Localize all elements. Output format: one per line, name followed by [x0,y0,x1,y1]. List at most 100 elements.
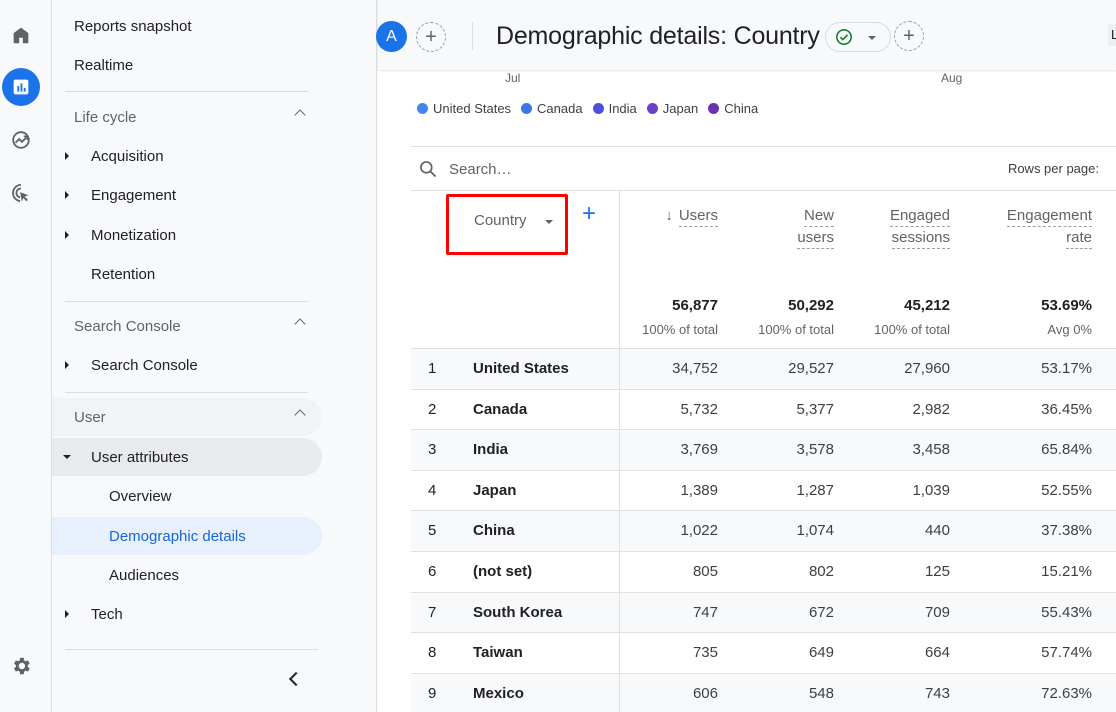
new-users-cell: 5,377 [796,400,834,418]
bar-chart-icon [13,79,29,95]
nav-label: Demographic details [109,527,246,545]
add-comparison-button[interactable]: + [416,22,446,52]
nav-demographic-details[interactable]: Demographic details [52,517,322,555]
total-new-users: 50,292 [788,297,834,314]
table-row[interactable]: 5 China 1,022 1,074 440 37.38% [411,511,1116,552]
users-cell: 805 [692,562,718,580]
table-row[interactable]: 7 South Korea 747 672 709 55.43% [411,592,1116,634]
row-index: 8 [428,644,437,662]
table-header: Country + ↓ Users New users Engaged session… [411,191,1116,349]
legend-item[interactable]: Japan [646,101,699,116]
legend-item[interactable]: India [592,101,637,116]
nav-audiences[interactable]: Audiences [52,556,322,594]
table-row[interactable]: 2 Canada 5,732 5,377 2,982 36.45% [411,390,1116,431]
collapse-nav-button[interactable] [284,668,304,690]
nav-monetization[interactable]: Monetization [52,216,322,254]
nav-reports-snapshot[interactable]: Reports snapshot [52,7,322,45]
column-divider [619,191,620,712]
table-row[interactable]: 9 Mexico 606 548 743 72.63% [411,673,1116,712]
new-users-cell: 29,527 [788,360,834,377]
table-row[interactable]: 1 United States 34,752 29,527 27,960 53.17% [411,349,1116,390]
rail-settings-button[interactable] [2,647,40,685]
nav-user-attributes[interactable]: User attributes [52,438,322,476]
new-users-cell: 548 [808,684,834,702]
country-cell: South Korea [473,603,563,621]
nav-section-user[interactable]: User [52,398,322,436]
report-main: Jul Aug United States Canada India Japan Chi… [378,0,1116,712]
rail-reports-button[interactable] [2,68,40,106]
row-index: 9 [428,684,437,702]
row-index: 2 [428,400,437,418]
page-title: Demographic details: Country [496,22,820,50]
row-index: 4 [428,481,437,499]
users-cell: 735 [692,644,718,662]
column-header-engagement-rate[interactable]: Engagement rate [1006,205,1092,249]
users-cell: 1,389 [680,481,718,499]
date-range-chip[interactable]: L [1108,24,1116,46]
caret-down-icon [63,455,71,459]
nav-section-search-console[interactable]: Search Console [52,307,322,345]
engaged-sessions-cell: 743 [924,684,950,702]
legend-dot-icon [646,103,658,114]
nav-divider [65,392,308,393]
home-icon [13,27,29,44]
add-filter-button[interactable]: + [894,21,924,51]
section-title: Search Console [74,317,181,335]
chart-legend: United States Canada India Japan China [417,101,758,116]
nav-engagement[interactable]: Engagement [52,176,322,214]
nav-label: Acquisition [91,147,164,165]
row-index: 7 [428,603,437,621]
table-row[interactable]: 6 (not set) 805 802 125 15.21% [411,552,1116,593]
nav-realtime[interactable]: Realtime [52,46,322,84]
legend-item[interactable]: China [708,101,758,116]
legend-label: United States [433,101,512,116]
total-subtext: Avg 0% [1047,322,1092,337]
nav-label: Monetization [91,226,177,244]
plus-icon: + [425,26,437,48]
x-tick-label: Aug [941,71,963,85]
nav-label: Engagement [91,186,177,204]
row-index: 5 [428,522,437,540]
header-divider [472,22,473,50]
column-label: users [797,228,834,249]
nav-retention[interactable]: Retention [52,255,322,293]
add-dimension-button[interactable]: + [579,202,599,226]
table-row[interactable]: 4 Japan 1,389 1,287 1,039 52.55% [411,471,1116,512]
nav-overview[interactable]: Overview [52,477,322,515]
nav-acquisition[interactable]: Acquisition [52,137,322,175]
plus-icon: + [903,25,915,47]
rail-advertising-button[interactable] [2,174,40,212]
nav-search-console[interactable]: Search Console [52,346,322,384]
column-label: rate [1066,228,1092,249]
column-header-users[interactable]: ↓ Users [665,205,718,227]
sort-down-arrow-icon: ↓ [665,207,673,224]
engagement-rate-cell: 53.17% [1041,360,1092,377]
rail-explore-button[interactable] [2,121,40,159]
legend-item[interactable]: United States [417,101,511,116]
legend-label: Japan [662,101,699,116]
comparison-avatar[interactable]: A [376,21,407,52]
chevron-up-icon [294,318,306,330]
users-cell: 606 [692,684,718,702]
column-label: Engagement [1006,206,1092,227]
nav-section-lifecycle[interactable]: Life cycle [52,98,322,136]
nav-tech[interactable]: Tech [52,595,322,633]
country-cell: Taiwan [473,644,523,662]
engagement-rate-cell: 52.55% [1041,481,1092,499]
column-header-engaged-sessions[interactable]: Engaged sessions [889,205,950,249]
table-row[interactable]: 3 India 3,769 3,578 3,458 65.84% [411,430,1116,471]
total-subtext: 100% of total [874,322,950,337]
engaged-sessions-cell: 664 [924,644,950,662]
icon-rail [0,0,52,712]
column-header-new-users[interactable]: New users [797,205,834,249]
search-input[interactable] [449,158,849,180]
report-status-dropdown[interactable] [825,22,891,52]
rail-home-button[interactable] [2,16,40,54]
chevron-up-icon [294,409,306,421]
table-row[interactable]: 8 Taiwan 735 649 664 57.74% [411,633,1116,674]
dimension-selector[interactable]: Country [446,194,568,255]
legend-item[interactable]: Canada [521,101,583,116]
search-icon [420,161,437,178]
table-body: 1 United States 34,752 29,527 27,960 53.17% 2 C… [411,349,1116,712]
country-cell: United States [473,360,569,377]
